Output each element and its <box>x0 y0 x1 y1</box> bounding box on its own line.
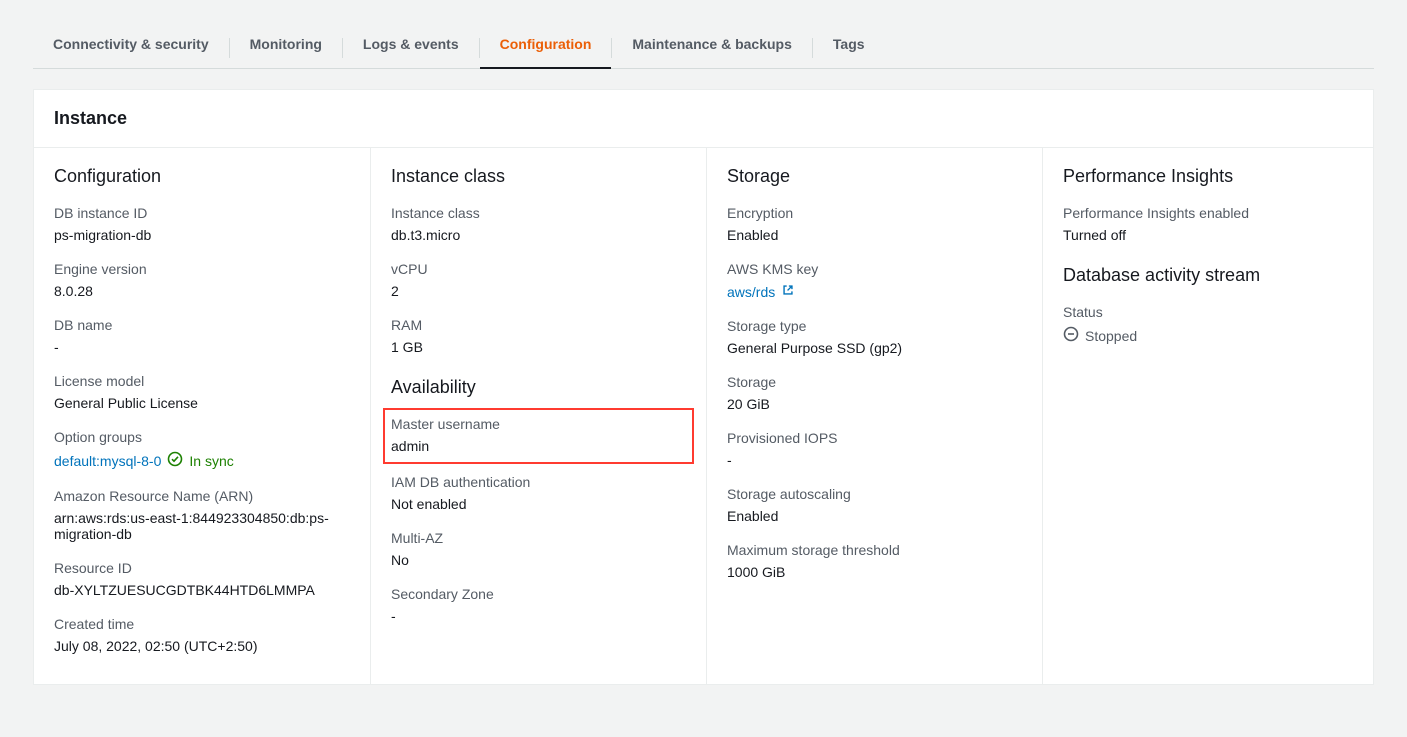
value-instance-class: db.t3.micro <box>391 227 686 243</box>
check-circle-icon <box>167 451 183 470</box>
label-db-name: DB name <box>54 317 350 333</box>
value-autoscaling: Enabled <box>727 508 1022 524</box>
tab-logs[interactable]: Logs & events <box>343 28 479 68</box>
tab-configuration[interactable]: Configuration <box>480 28 612 68</box>
col-storage: Storage Encryption Enabled AWS KMS key a… <box>706 148 1042 684</box>
label-engine-version: Engine version <box>54 261 350 277</box>
value-activity-status: Stopped <box>1085 328 1137 344</box>
tab-connectivity[interactable]: Connectivity & security <box>33 28 229 68</box>
value-iops: - <box>727 452 1022 468</box>
tab-maintenance[interactable]: Maintenance & backups <box>612 28 812 68</box>
label-license-model: License model <box>54 373 350 389</box>
value-max-threshold: 1000 GiB <box>727 564 1022 580</box>
value-db-instance-id: ps-migration-db <box>54 227 350 243</box>
heading-instance-class: Instance class <box>391 166 686 187</box>
label-iops: Provisioned IOPS <box>727 430 1022 446</box>
value-engine-version: 8.0.28 <box>54 283 350 299</box>
label-ram: RAM <box>391 317 686 333</box>
label-storage-type: Storage type <box>727 318 1022 334</box>
link-option-groups[interactable]: default:mysql-8-0 <box>54 453 161 469</box>
value-storage-type: General Purpose SSD (gp2) <box>727 340 1022 356</box>
external-link-icon <box>781 283 795 300</box>
label-vcpu: vCPU <box>391 261 686 277</box>
value-iam: Not enabled <box>391 496 686 512</box>
value-master-username: admin <box>391 438 686 454</box>
value-performance-enabled: Turned off <box>1063 227 1358 243</box>
value-multi-az: No <box>391 552 686 568</box>
value-ram: 1 GB <box>391 339 686 355</box>
value-vcpu: 2 <box>391 283 686 299</box>
instance-panel: Instance Configuration DB instance ID ps… <box>33 89 1374 685</box>
label-performance-enabled: Performance Insights enabled <box>1063 205 1358 221</box>
highlight-master-username: Master username admin <box>383 408 694 464</box>
label-encryption: Encryption <box>727 205 1022 221</box>
heading-storage: Storage <box>727 166 1022 187</box>
label-activity-status: Status <box>1063 304 1358 320</box>
col-configuration: Configuration DB instance ID ps-migratio… <box>34 148 370 684</box>
value-created: July 08, 2022, 02:50 (UTC+2:50) <box>54 638 350 654</box>
label-kms: AWS KMS key <box>727 261 1022 277</box>
label-iam: IAM DB authentication <box>391 474 686 490</box>
heading-performance: Performance Insights <box>1063 166 1358 187</box>
label-multi-az: Multi-AZ <box>391 530 686 546</box>
panel-title: Instance <box>54 108 1353 129</box>
heading-activity: Database activity stream <box>1063 265 1358 286</box>
label-max-threshold: Maximum storage threshold <box>727 542 1022 558</box>
heading-configuration: Configuration <box>54 166 350 187</box>
label-resource-id: Resource ID <box>54 560 350 576</box>
label-instance-class: Instance class <box>391 205 686 221</box>
tab-monitoring[interactable]: Monitoring <box>230 28 342 68</box>
value-license-model: General Public License <box>54 395 350 411</box>
label-secondary-zone: Secondary Zone <box>391 586 686 602</box>
value-storage: 20 GiB <box>727 396 1022 412</box>
label-option-groups: Option groups <box>54 429 350 445</box>
value-resource-id: db-XYLTZUESUCGDTBK44HTD6LMMPA <box>54 582 350 598</box>
tabs: Connectivity & security Monitoring Logs … <box>33 0 1374 69</box>
label-master-username: Master username <box>391 416 686 432</box>
value-secondary-zone: - <box>391 608 686 624</box>
value-arn: arn:aws:rds:us-east-1:844923304850:db:ps… <box>54 510 350 542</box>
link-kms[interactable]: aws/rds <box>727 284 775 300</box>
label-db-instance-id: DB instance ID <box>54 205 350 221</box>
value-db-name: - <box>54 339 350 355</box>
label-storage: Storage <box>727 374 1022 390</box>
label-created: Created time <box>54 616 350 632</box>
status-in-sync: In sync <box>189 453 233 469</box>
tab-tags[interactable]: Tags <box>813 28 885 68</box>
heading-availability: Availability <box>391 377 686 398</box>
label-autoscaling: Storage autoscaling <box>727 486 1022 502</box>
minus-circle-icon <box>1063 326 1079 345</box>
value-encryption: Enabled <box>727 227 1022 243</box>
label-arn: Amazon Resource Name (ARN) <box>54 488 350 504</box>
col-instance-class: Instance class Instance class db.t3.micr… <box>370 148 706 684</box>
col-performance: Performance Insights Performance Insight… <box>1042 148 1378 684</box>
